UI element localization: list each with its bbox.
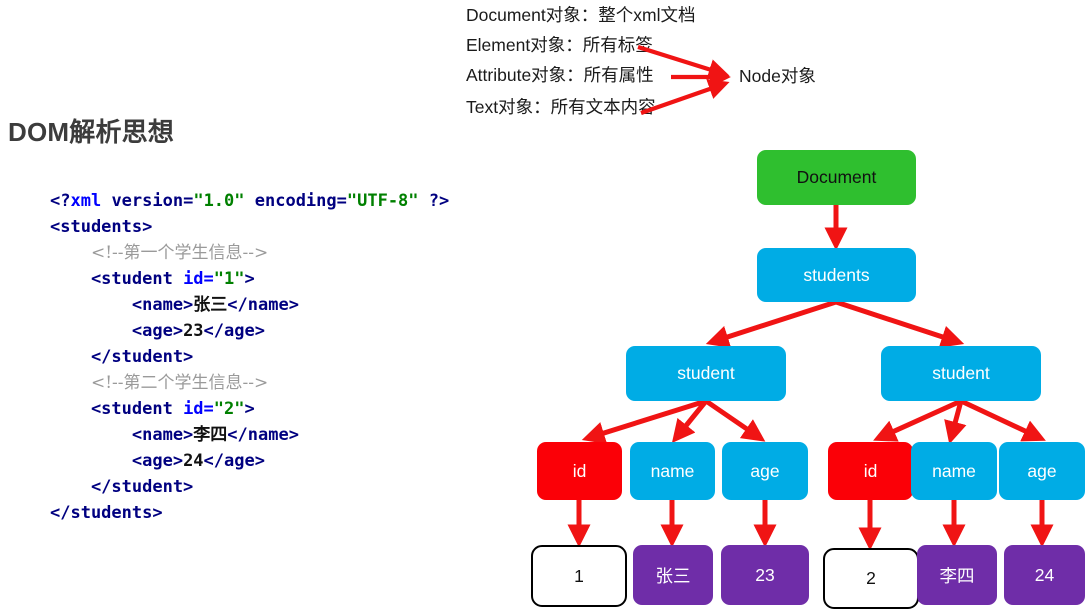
tree-node-attr-id-1: id	[537, 442, 622, 500]
tree-node-label: 李四	[939, 565, 975, 586]
tree-node-label: age	[750, 460, 780, 481]
tree-node-elem-age-2: age	[999, 442, 1085, 500]
arrow-student-2-to-name	[944, 400, 967, 445]
tree-node-label: name	[932, 460, 976, 481]
tree-node-label: 24	[1034, 564, 1055, 585]
arrow-student-1-to-name	[671, 399, 708, 444]
tree-node-students: students	[757, 248, 916, 302]
tree-node-val-id-1: 1	[531, 545, 627, 607]
tree-node-val-age-2: 24	[1004, 545, 1085, 605]
tree-arrows-group	[567, 205, 1054, 551]
tree-node-val-name-2: 李四	[917, 545, 997, 605]
tree-node-elem-name-1: name	[630, 442, 715, 500]
tree-node-label: 2	[866, 568, 876, 588]
tree-node-document: Document	[757, 150, 916, 205]
arrow-students-to-student-1	[705, 299, 837, 348]
tree-node-label: name	[650, 460, 695, 481]
arrow-student-2-to-id	[873, 398, 963, 442]
tree-node-label: id	[863, 460, 878, 481]
tree-node-val-age-1: 23	[721, 545, 809, 605]
tree-node-label: 23	[755, 564, 775, 585]
tree-node-label: student	[932, 363, 990, 383]
tree-node-label: id	[572, 460, 587, 481]
arrow-student-2-to-age	[959, 398, 1046, 442]
arrow-student-1-to-age	[704, 398, 766, 442]
tree-node-student-2: student	[881, 346, 1041, 401]
tree-node-label: age	[1027, 460, 1057, 481]
tree-node-label: student	[677, 363, 735, 383]
tree-node-label: 1	[574, 565, 584, 586]
arrow-students-to-student-2	[835, 299, 965, 348]
tree-node-label: 张三	[655, 565, 691, 586]
tree-node-student-1: student	[626, 346, 786, 401]
arrow-student-1-to-id	[581, 398, 707, 445]
tree-node-elem-age-1: age	[722, 442, 808, 500]
tree-node-attr-id-2: id	[828, 442, 913, 500]
tree-node-val-id-2: 2	[823, 548, 919, 609]
tree-node-elem-name-2: name	[911, 442, 997, 500]
tree-node-val-name-1: 张三	[633, 545, 713, 605]
tree-node-label: students	[803, 264, 870, 285]
dom-tree-diagram: Document students student student id name age i…	[0, 0, 1085, 609]
tree-node-label: Document	[796, 167, 877, 187]
